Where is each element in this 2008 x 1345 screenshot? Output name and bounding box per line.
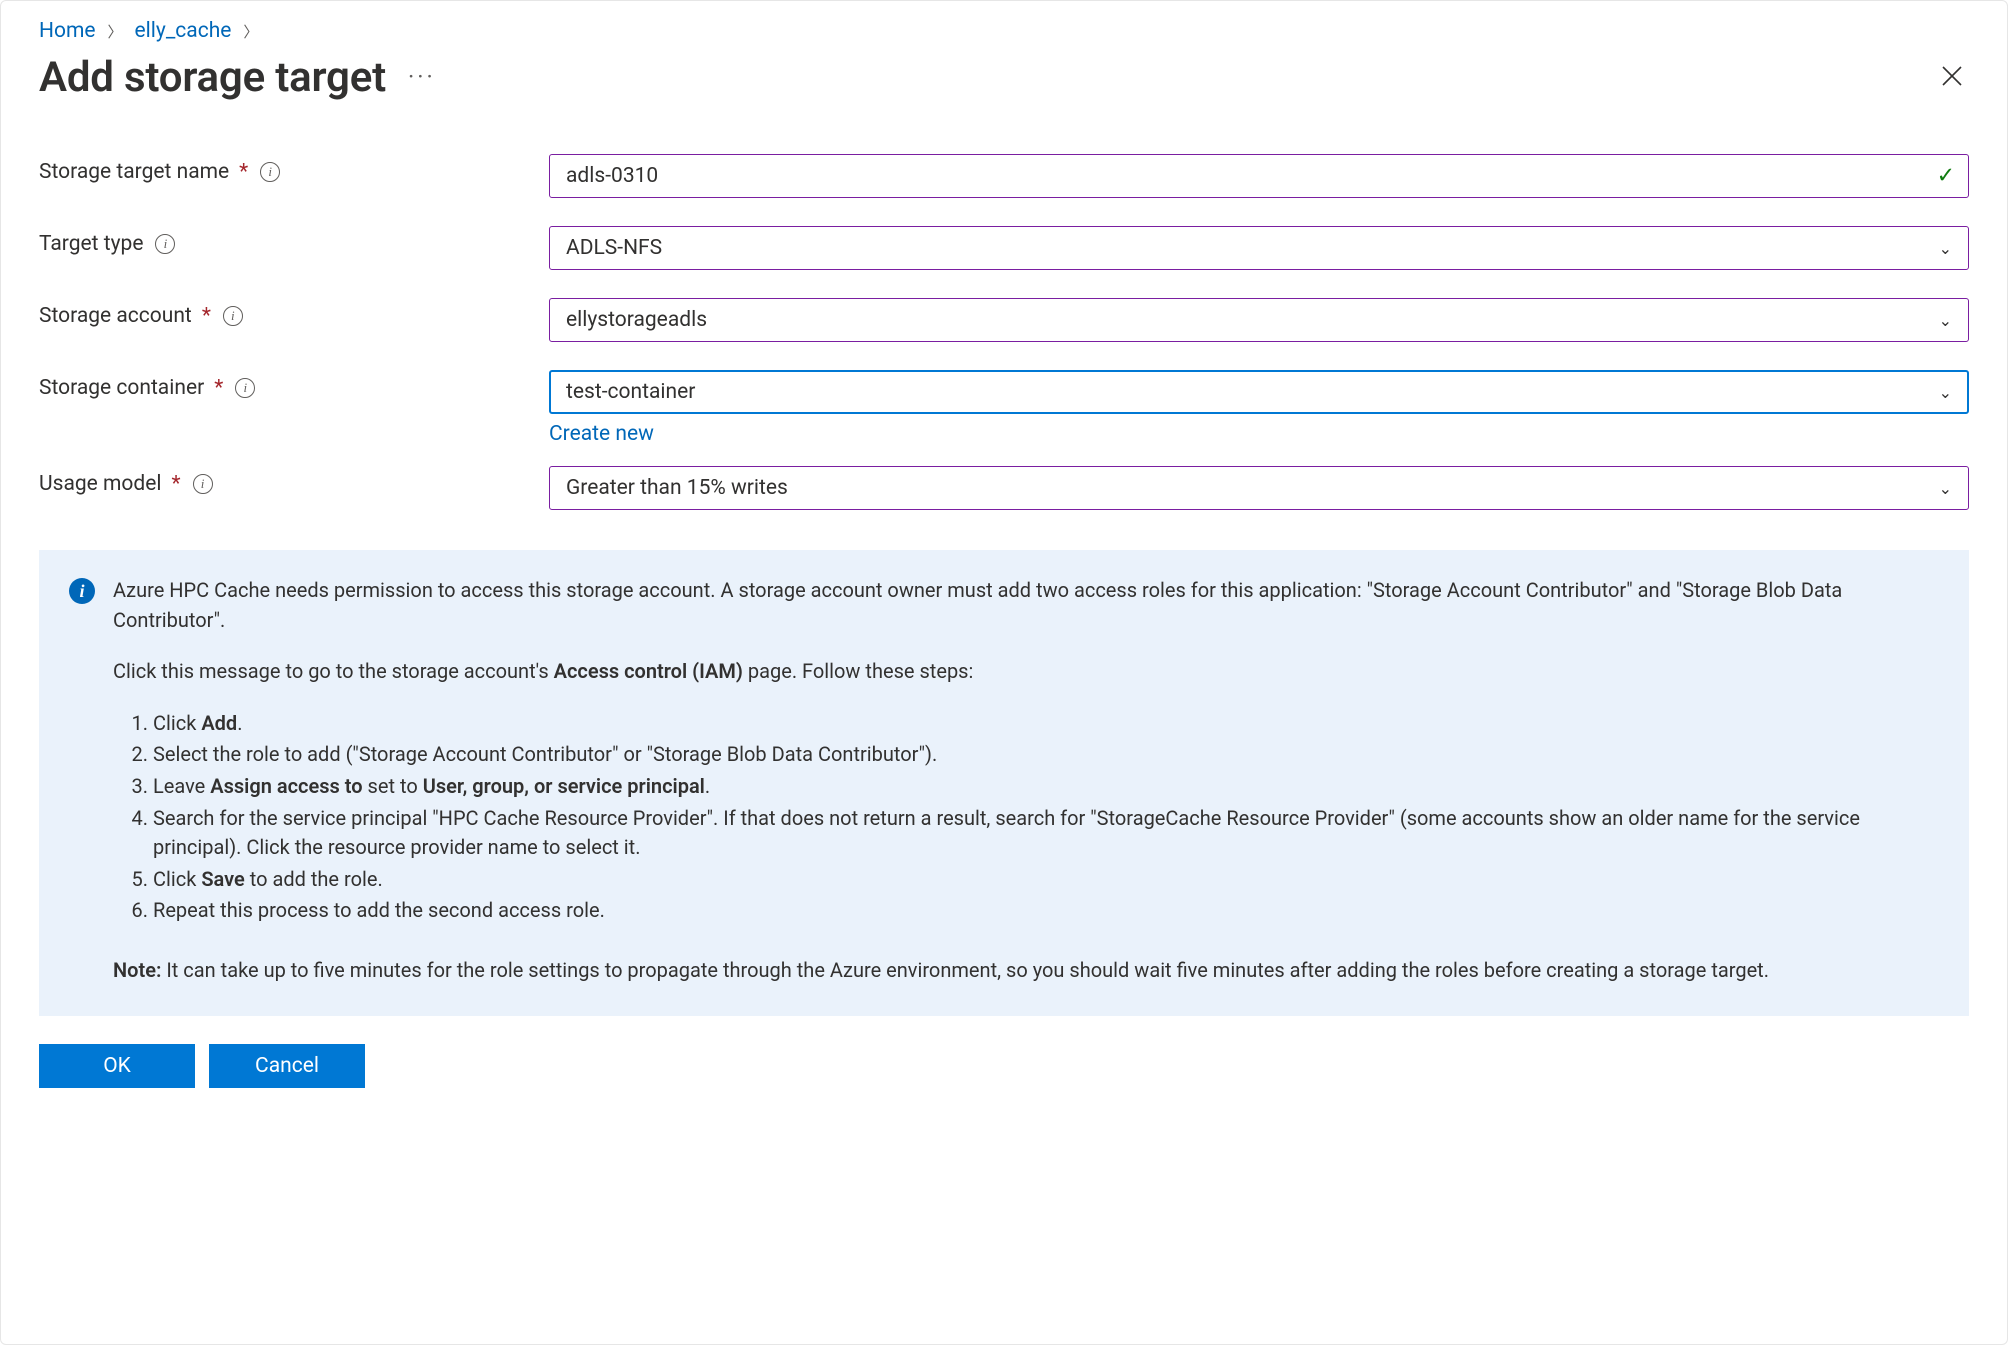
storage-container-select[interactable]: test-container ⌄ <box>549 370 1969 414</box>
checkmark-icon: ✓ <box>1937 164 1955 189</box>
info-icon[interactable]: i <box>235 378 255 398</box>
chevron-right-icon: 〉 <box>108 21 123 42</box>
required-indicator: * <box>202 304 211 328</box>
storage-target-name-label: Storage target name * i <box>39 154 549 184</box>
notice-step-4: Search for the service principal "HPC Ca… <box>153 804 1939 863</box>
ok-button[interactable]: OK <box>39 1044 195 1088</box>
usage-model-select[interactable]: Greater than 15% writes ⌄ <box>549 466 1969 510</box>
breadcrumb-cache[interactable]: elly_cache <box>135 19 232 43</box>
info-icon[interactable]: i <box>260 162 280 182</box>
required-indicator: * <box>172 472 181 496</box>
storage-target-name-input[interactable] <box>549 154 1969 198</box>
page-title: Add storage target <box>39 53 386 102</box>
chevron-down-icon: ⌄ <box>1939 479 1952 498</box>
permissions-notice[interactable]: i Azure HPC Cache needs permission to ac… <box>39 550 1969 1016</box>
notice-step-6: Repeat this process to add the second ac… <box>153 896 1939 926</box>
more-actions-button[interactable]: ··· <box>408 63 436 93</box>
cancel-button[interactable]: Cancel <box>209 1044 365 1088</box>
create-new-container-link[interactable]: Create new <box>549 422 654 446</box>
notice-step-2: Select the role to add ("Storage Account… <box>153 740 1939 770</box>
storage-account-label: Storage account * i <box>39 298 549 328</box>
info-icon: i <box>69 578 95 604</box>
info-icon[interactable]: i <box>223 306 243 326</box>
notice-steps: Click Add. Select the role to add ("Stor… <box>113 709 1939 926</box>
notice-step-5: Click Save to add the role. <box>153 865 1939 895</box>
storage-account-value: ellystorageadls <box>566 308 707 332</box>
usage-model-value: Greater than 15% writes <box>566 476 788 500</box>
chevron-right-icon: 〉 <box>243 21 258 42</box>
target-type-value: ADLS-NFS <box>566 236 662 260</box>
required-indicator: * <box>214 376 223 400</box>
footer-actions: OK Cancel <box>39 1044 1969 1088</box>
page-header: Add storage target ··· <box>39 53 1969 102</box>
storage-container-value: test-container <box>566 380 695 404</box>
target-type-select[interactable]: ADLS-NFS ⌄ <box>549 226 1969 270</box>
info-icon[interactable]: i <box>193 474 213 494</box>
chevron-down-icon: ⌄ <box>1939 239 1952 258</box>
notice-step-3: Leave Assign access to set to User, grou… <box>153 772 1939 802</box>
notice-intro-1: Azure HPC Cache needs permission to acce… <box>113 576 1939 635</box>
close-button[interactable] <box>1935 58 1969 98</box>
chevron-down-icon: ⌄ <box>1939 311 1952 330</box>
close-icon <box>1941 65 1963 87</box>
info-icon[interactable]: i <box>155 234 175 254</box>
breadcrumb-home[interactable]: Home <box>39 19 96 43</box>
chevron-down-icon: ⌄ <box>1939 383 1952 402</box>
notice-intro-2: Click this message to go to the storage … <box>113 657 1939 687</box>
notice-body: Azure HPC Cache needs permission to acce… <box>113 576 1939 986</box>
target-type-label: Target type i <box>39 226 549 256</box>
usage-model-label: Usage model * i <box>39 466 549 496</box>
storage-account-select[interactable]: ellystorageadls ⌄ <box>549 298 1969 342</box>
storage-container-label: Storage container * i <box>39 370 549 400</box>
add-storage-target-page: Home 〉 elly_cache 〉 Add storage target ·… <box>0 0 2008 1345</box>
notice-step-1: Click Add. <box>153 709 1939 739</box>
required-indicator: * <box>239 160 248 184</box>
notice-note: Note: It can take up to five minutes for… <box>113 956 1939 986</box>
breadcrumb: Home 〉 elly_cache 〉 <box>39 19 1969 43</box>
